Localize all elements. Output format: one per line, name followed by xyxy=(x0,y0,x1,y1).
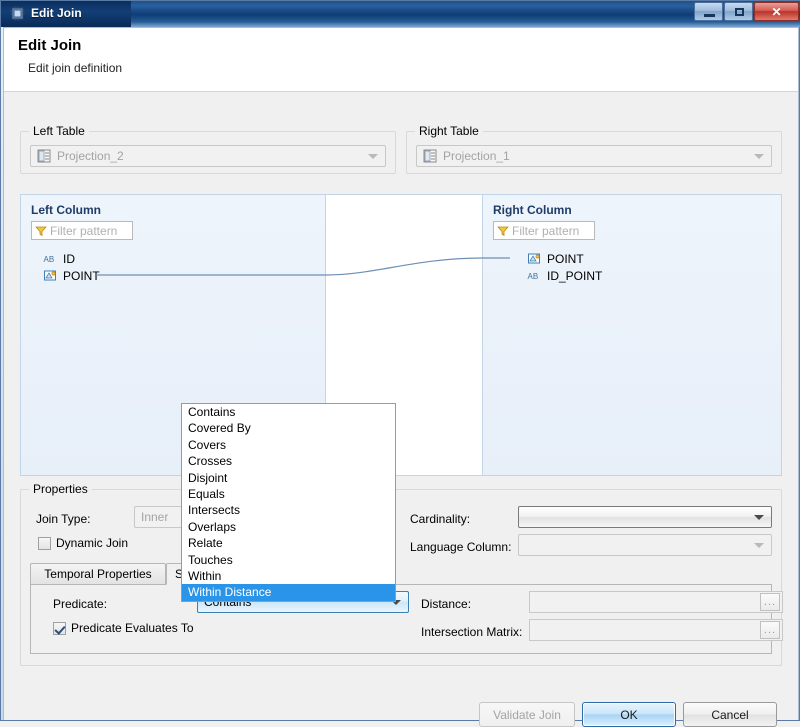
predicate-option[interactable]: Disjoint xyxy=(182,470,395,486)
predicate-label: Predicate: xyxy=(53,597,108,611)
maximize-icon xyxy=(735,8,744,16)
tab-label: Temporal Properties xyxy=(44,567,152,581)
predicate-dropdown-list[interactable]: Contains Covered By Covers Crosses Disjoint E… xyxy=(181,403,396,602)
dynamic-join-checkbox[interactable] xyxy=(38,536,51,550)
right-tree-item-id-point[interactable]: AB ID_POINT xyxy=(527,268,603,284)
right-table-combo[interactable]: Projection_1 xyxy=(416,145,772,167)
language-column-combo[interactable] xyxy=(518,534,772,556)
chevron-down-icon xyxy=(754,543,764,548)
predicate-option[interactable]: Within xyxy=(182,568,395,584)
predicate-option[interactable]: Equals xyxy=(182,486,395,502)
edit-join-window: Edit Join ✕ Edit Join Edit join definiti… xyxy=(0,0,800,727)
right-filter-placeholder: Filter pattern xyxy=(512,223,580,238)
predicate-evaluates-checkbox-row[interactable]: Predicate Evaluates To xyxy=(53,621,194,635)
predicate-option[interactable]: Within Distance xyxy=(182,584,395,601)
right-table-group: Right Table Projection_1 xyxy=(406,124,782,174)
close-button[interactable]: ✕ xyxy=(754,2,799,21)
left-column-title: Left Column xyxy=(31,203,101,217)
maximize-button[interactable] xyxy=(724,2,753,21)
distance-field[interactable]: ... xyxy=(529,591,783,613)
intersection-matrix-label: Intersection Matrix: xyxy=(421,625,523,639)
chip-icon xyxy=(9,5,26,22)
validate-join-button[interactable]: Validate Join xyxy=(479,702,575,727)
join-type-label: Join Type: xyxy=(36,512,91,526)
table-icon xyxy=(37,149,51,163)
chevron-down-icon xyxy=(754,515,764,520)
spatial-geometry-icon xyxy=(527,252,542,266)
right-tree-item-label: ID_POINT xyxy=(547,269,603,283)
right-column-panel: Right Column Filter pattern POINT AB ID_… xyxy=(482,194,782,476)
ab-text-icon: AB xyxy=(527,269,542,283)
title-bar: Edit Join ✕ xyxy=(1,1,800,27)
validate-join-label: Validate Join xyxy=(493,707,561,722)
left-tree-item-id[interactable]: AB ID xyxy=(43,251,76,267)
left-table-group-label: Left Table xyxy=(29,124,89,138)
predicate-option[interactable]: Overlaps xyxy=(182,519,395,535)
dialog-body: Left Table Projection_2 Right Table Proj… xyxy=(4,93,798,727)
chevron-down-icon xyxy=(754,154,764,159)
chevron-down-icon xyxy=(368,154,378,159)
language-column-label: Language Column: xyxy=(410,540,512,554)
left-tree-item-point[interactable]: POINT xyxy=(43,268,100,284)
filter-icon xyxy=(35,225,47,237)
cancel-label: Cancel xyxy=(711,707,749,722)
predicate-option[interactable]: Covered By xyxy=(182,420,395,436)
right-table-group-label: Right Table xyxy=(415,124,483,138)
right-tree-item-label: POINT xyxy=(547,252,584,266)
dynamic-join-label: Dynamic Join xyxy=(56,536,129,550)
left-filter-placeholder: Filter pattern xyxy=(50,223,118,238)
svg-text:AB: AB xyxy=(44,255,55,264)
left-filter-input[interactable]: Filter pattern xyxy=(31,221,133,240)
dialog-client-area: Edit Join Edit join definition Left Tabl… xyxy=(3,27,799,727)
intersection-matrix-field[interactable]: ... xyxy=(529,619,783,641)
close-icon: ✕ xyxy=(771,5,782,19)
intersection-matrix-browse-button[interactable]: ... xyxy=(760,621,780,639)
right-tree-item-point[interactable]: POINT xyxy=(527,251,584,267)
cardinality-label: Cardinality: xyxy=(410,512,471,526)
predicate-option[interactable]: Touches xyxy=(182,552,395,568)
left-table-value: Projection_2 xyxy=(57,149,124,163)
minimize-icon xyxy=(704,14,715,17)
filter-icon xyxy=(497,225,509,237)
window-title: Edit Join xyxy=(31,6,82,20)
distance-browse-button[interactable]: ... xyxy=(760,593,780,611)
right-filter-input[interactable]: Filter pattern xyxy=(493,221,595,240)
spatial-geometry-icon xyxy=(43,269,58,283)
dialog-header: Edit Join Edit join definition xyxy=(4,28,798,92)
left-table-combo[interactable]: Projection_2 xyxy=(30,145,386,167)
tab-temporal-properties[interactable]: Temporal Properties xyxy=(30,563,166,585)
cancel-button[interactable]: Cancel xyxy=(683,702,777,727)
distance-label: Distance: xyxy=(421,597,472,611)
predicate-option[interactable]: Intersects xyxy=(182,502,395,518)
page-title: Edit Join xyxy=(18,37,82,54)
minimize-button[interactable] xyxy=(694,2,723,21)
ok-button[interactable]: OK xyxy=(582,702,676,727)
predicate-evaluates-label: Predicate Evaluates To xyxy=(71,621,194,635)
predicate-option[interactable]: Contains xyxy=(182,404,395,420)
predicate-evaluates-checkbox[interactable] xyxy=(53,621,66,635)
predicate-option[interactable]: Covers xyxy=(182,437,395,453)
properties-group: Properties Join Type: Inner Dynamic Join… xyxy=(20,482,783,666)
spatial-properties-panel: Predicate: Contains Predicate Evaluates … xyxy=(30,584,783,654)
column-mapping-area: Left Column Filter pattern AB ID POINT R… xyxy=(20,194,782,476)
table-icon xyxy=(423,149,437,163)
predicate-option[interactable]: Relate xyxy=(182,535,395,551)
join-type-value: Inner xyxy=(141,510,169,524)
right-column-title: Right Column xyxy=(493,203,572,217)
page-subtitle: Edit join definition xyxy=(28,61,123,75)
left-tree-item-label: POINT xyxy=(63,269,100,283)
right-table-value: Projection_1 xyxy=(443,149,510,163)
properties-group-label: Properties xyxy=(29,482,92,496)
window-controls: ✕ xyxy=(693,2,799,21)
svg-text:AB: AB xyxy=(528,272,539,281)
left-table-group: Left Table Projection_2 xyxy=(20,124,396,174)
predicate-option[interactable]: Crosses xyxy=(182,453,395,469)
left-tree-item-label: ID xyxy=(63,252,75,266)
ab-text-icon: AB xyxy=(43,252,58,266)
dynamic-join-checkbox-row[interactable]: Dynamic Join xyxy=(38,536,128,550)
ok-label: OK xyxy=(620,707,638,722)
cardinality-combo[interactable] xyxy=(518,506,772,528)
